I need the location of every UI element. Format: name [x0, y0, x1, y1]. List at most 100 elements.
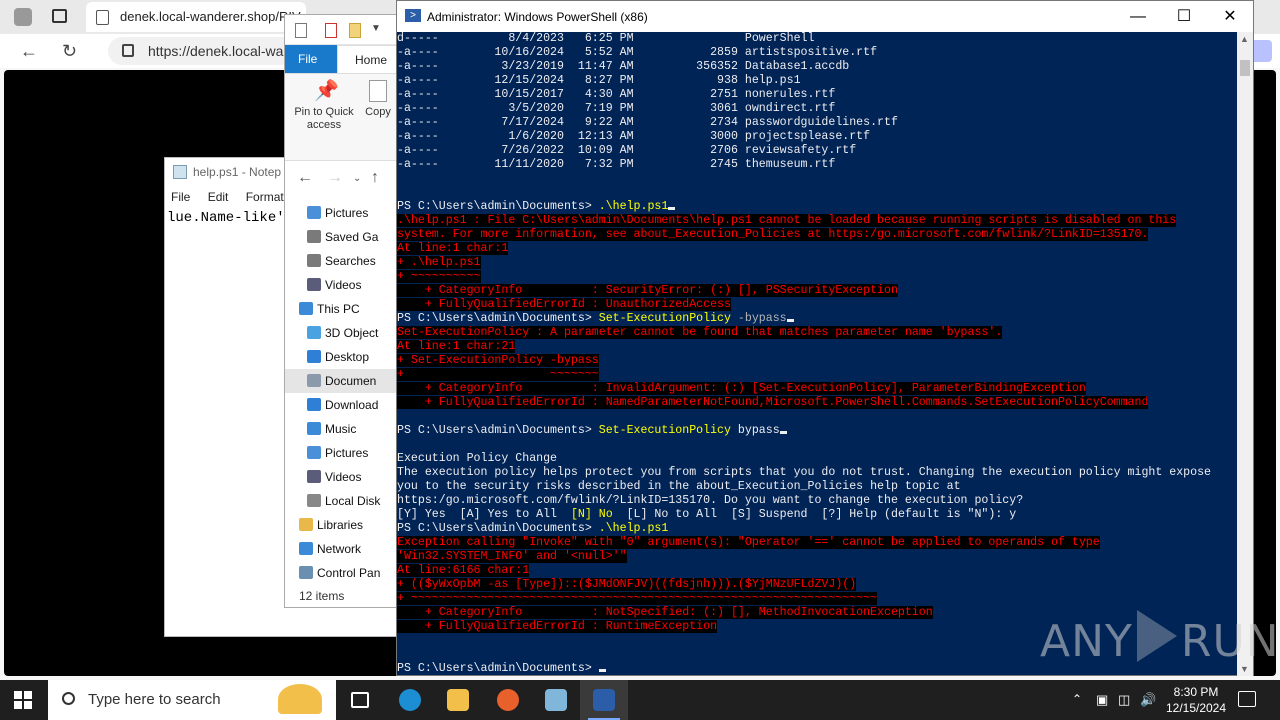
- clock[interactable]: 8:30 PM 12/15/2024: [1156, 684, 1236, 716]
- tree-item[interactable]: Libraries: [285, 513, 407, 537]
- searches-icon: [307, 254, 321, 267]
- tree-item-label: Pictures: [325, 206, 369, 220]
- browser-tab[interactable]: denek.local-wanderer.shop/RIV: [86, 2, 306, 32]
- console-text: -a---- 11/11/2020 7:32 PM 2745 themuseum…: [397, 158, 836, 171]
- documents-icon: [307, 374, 321, 387]
- notifications-icon[interactable]: [1238, 691, 1256, 707]
- tree-item[interactable]: This PC: [285, 297, 407, 321]
- text-cursor: [598, 669, 606, 672]
- anyrun-watermark: ANY RUN: [1040, 610, 1280, 667]
- console-line: + CategoryInfo : SecurityError: (:) [], …: [397, 284, 1239, 298]
- quick-access-dropdown-icon[interactable]: ▼: [371, 23, 381, 34]
- tree-item-label: Videos: [325, 470, 362, 484]
- console-line: + .\help.ps1: [397, 256, 1239, 270]
- console-output[interactable]: d----- 8/4/2023 6:25 PM PowerShell -a----…: [397, 32, 1239, 676]
- scroll-up-icon[interactable]: ▲: [1240, 34, 1249, 44]
- this-pc-icon: [299, 302, 313, 315]
- saved-games-icon: [307, 230, 321, 243]
- maximize-button[interactable]: ☐: [1161, 1, 1207, 32]
- console-scrollbar[interactable]: ▲ ▼: [1237, 32, 1253, 676]
- tree-item[interactable]: Saved Ga: [285, 225, 407, 249]
- forward-icon[interactable]: →: [327, 169, 343, 187]
- taskbar-app[interactable]: [484, 680, 532, 720]
- tab-home[interactable]: Home: [337, 45, 401, 73]
- tree-item[interactable]: 3D Object: [285, 321, 407, 345]
- up-icon[interactable]: ↑: [371, 169, 379, 187]
- taskbar-app[interactable]: [434, 680, 482, 720]
- pin-label: Pin to Quick access: [294, 106, 354, 131]
- tree-item[interactable]: Videos: [285, 273, 407, 297]
- taskbar-app[interactable]: [336, 680, 384, 720]
- taskbar-app[interactable]: [386, 680, 434, 720]
- powershell-icon: >: [405, 9, 421, 22]
- recent-dropdown-icon[interactable]: ⌄: [353, 173, 361, 184]
- tree-item[interactable]: Pictures: [285, 441, 407, 465]
- tree-item-label: Searches: [325, 254, 376, 268]
- powershell-titlebar[interactable]: > Administrator: Windows PowerShell (x86…: [397, 1, 1253, 32]
- console-line: -a---- 7/26/2022 10:09 AM 2706 reviewsaf…: [397, 144, 1239, 158]
- console-line: [Y] Yes [A] Yes to All [N] No [L] No to …: [397, 508, 1239, 522]
- tree-item[interactable]: Music: [285, 417, 407, 441]
- menu-format[interactable]: Format: [246, 190, 284, 204]
- tree-item[interactable]: Pictures: [285, 201, 407, 225]
- scroll-thumb[interactable]: [1240, 60, 1250, 76]
- menu-edit[interactable]: Edit: [208, 190, 229, 204]
- checklist-icon[interactable]: [325, 23, 337, 38]
- tree-item-label: Libraries: [317, 518, 364, 532]
- start-button[interactable]: [14, 691, 32, 709]
- error-text: + ~~~~~~~: [397, 368, 599, 381]
- pin-quick-access-button[interactable]: 📌 Pin to Quick access: [291, 80, 357, 132]
- back-icon[interactable]: ←: [20, 42, 38, 60]
- copy-button[interactable]: Copy: [363, 80, 393, 119]
- tree-item[interactable]: Control Pan: [285, 561, 407, 585]
- taskbar-app[interactable]: [532, 680, 580, 720]
- tree-item[interactable]: Desktop: [285, 345, 407, 369]
- browser-menu-icon[interactable]: [14, 8, 32, 26]
- console-line: PS C:\Users\admin\Documents> Set-Executi…: [397, 312, 1239, 326]
- console-line: -a---- 1/6/2020 12:13 AM 3000 projectspl…: [397, 130, 1239, 144]
- tab-actions-icon[interactable]: [52, 9, 67, 23]
- console-line: + ~~~~~~~: [397, 368, 1239, 382]
- tree-item[interactable]: Documen: [285, 369, 407, 393]
- argument-text: bypass: [730, 424, 780, 437]
- refresh-icon[interactable]: ↻: [62, 42, 77, 60]
- tree-item[interactable]: Download: [285, 393, 407, 417]
- firefox-icon: [497, 689, 519, 711]
- volume-icon[interactable]: 🔊: [1140, 692, 1156, 708]
- tree-item[interactable]: Network: [285, 537, 407, 561]
- watermark-right: RUN: [1180, 616, 1280, 667]
- tree-item[interactable]: Searches: [285, 249, 407, 273]
- new-folder-icon[interactable]: [349, 23, 361, 38]
- console-line: PS C:\Users\admin\Documents> .\help.ps1: [397, 522, 1239, 536]
- network-icon: [299, 542, 313, 555]
- console-line: -a---- 11/11/2020 7:32 PM 2745 themuseum…: [397, 158, 1239, 172]
- copy-icon: [369, 80, 387, 102]
- tree-item[interactable]: Local Disk: [285, 489, 407, 513]
- console-line: https:/go.microsoft.com/fwlink/?LinkID=1…: [397, 494, 1239, 508]
- tree-item-label: Desktop: [325, 350, 370, 364]
- watermark-left: ANY: [1040, 616, 1133, 667]
- console-line: + ~~~~~~~~~~~~~~~~~~~~~~~~~~~~~~~~~~~~~~…: [397, 592, 1239, 606]
- taskbar-search[interactable]: Type here to search: [48, 680, 336, 720]
- menu-file[interactable]: File: [171, 190, 190, 204]
- tree-item[interactable]: Videos: [285, 465, 407, 489]
- console-line: 'Win32.SYSTEM_INFO' and '<null>'": [397, 550, 1239, 564]
- back-icon[interactable]: ←: [297, 169, 313, 187]
- properties-icon[interactable]: [295, 23, 307, 38]
- close-button[interactable]: ✕: [1207, 1, 1253, 32]
- console-text: -a---- 12/15/2024 8:27 PM 938 help.ps1: [397, 74, 801, 87]
- network-status-icon[interactable]: ▣: [1096, 692, 1108, 708]
- minimize-button[interactable]: —: [1115, 1, 1161, 32]
- command-text: Set-ExecutionPolicy: [598, 312, 731, 325]
- console-text: PS C:\Users\admin\Documents>: [397, 312, 599, 325]
- display-icon[interactable]: ◫: [1118, 692, 1130, 708]
- notepad-icon: [173, 165, 187, 179]
- error-text: system. For more information, see about_…: [397, 228, 1149, 241]
- tray-overflow-icon[interactable]: ⌃: [1072, 692, 1082, 706]
- tab-file[interactable]: File: [285, 45, 337, 73]
- music-icon: [307, 422, 321, 435]
- console-text: PS C:\Users\admin\Documents>: [397, 200, 599, 213]
- taskbar-app[interactable]: [580, 680, 628, 720]
- explorer-titlebar[interactable]: ▼: [285, 15, 407, 45]
